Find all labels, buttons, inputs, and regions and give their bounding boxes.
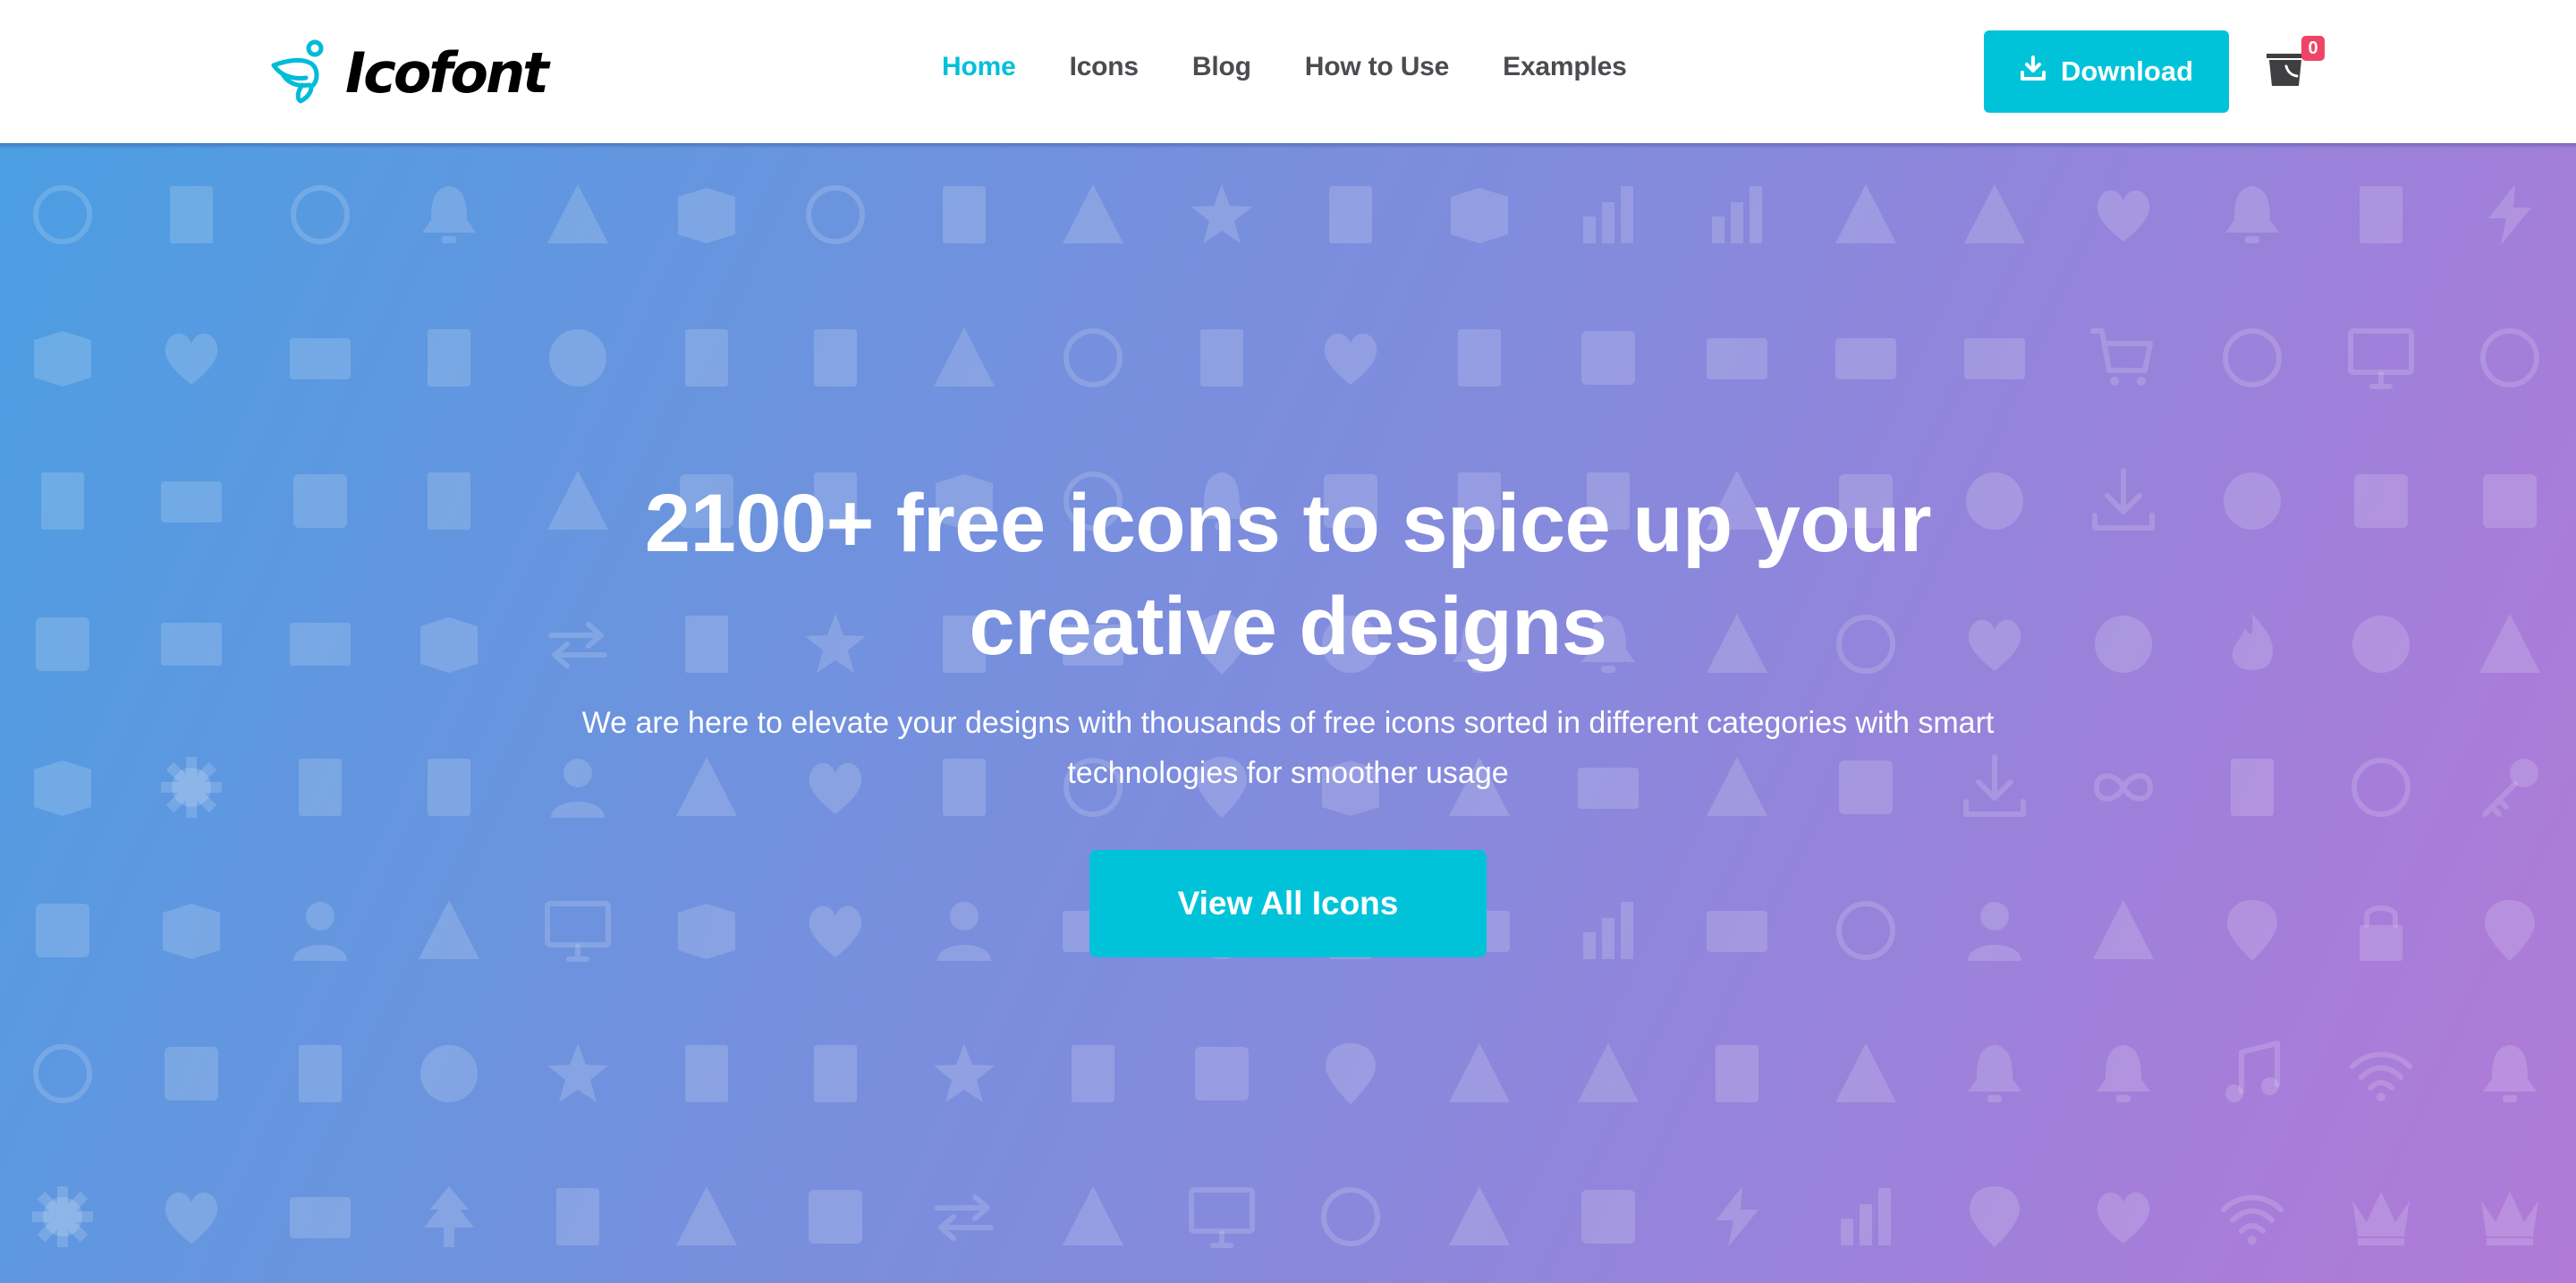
download-icon (2020, 55, 2061, 89)
hero-subtitle: We are here to elevate your designs with… (581, 706, 1995, 790)
cart-button[interactable] (2265, 48, 2306, 89)
nav-home[interactable]: Home (942, 52, 1016, 82)
main-nav: Home Icons Blog How to Use Examples (942, 52, 1681, 82)
brand-logo[interactable]: Icofont (270, 38, 549, 109)
nav-how-to-use[interactable]: How to Use (1305, 52, 1450, 82)
hero-content: 2100+ free icons to spice up your creati… (0, 143, 2576, 1283)
nav-examples[interactable]: Examples (1503, 52, 1627, 82)
cart-count-badge: 0 (2301, 36, 2325, 61)
nav-icons[interactable]: Icons (1070, 52, 1140, 82)
nav-blog[interactable]: Blog (1192, 52, 1251, 82)
brand-name: Icofont (345, 40, 549, 106)
download-button[interactable]: Download (1984, 30, 2229, 113)
bucket-cart-icon (2265, 54, 2306, 93)
hero-title: 2100+ free icons to spice up your creati… (644, 478, 1932, 672)
winged-figure-icon (270, 38, 331, 109)
hero-section: 2100+ free icons to spice up your creati… (0, 143, 2576, 1283)
view-all-icons-button[interactable]: View All Icons (1089, 850, 1487, 957)
download-label: Download (2060, 55, 2194, 87)
site-header: Icofont Home Icons Blog How to Use Examp… (0, 0, 2576, 143)
